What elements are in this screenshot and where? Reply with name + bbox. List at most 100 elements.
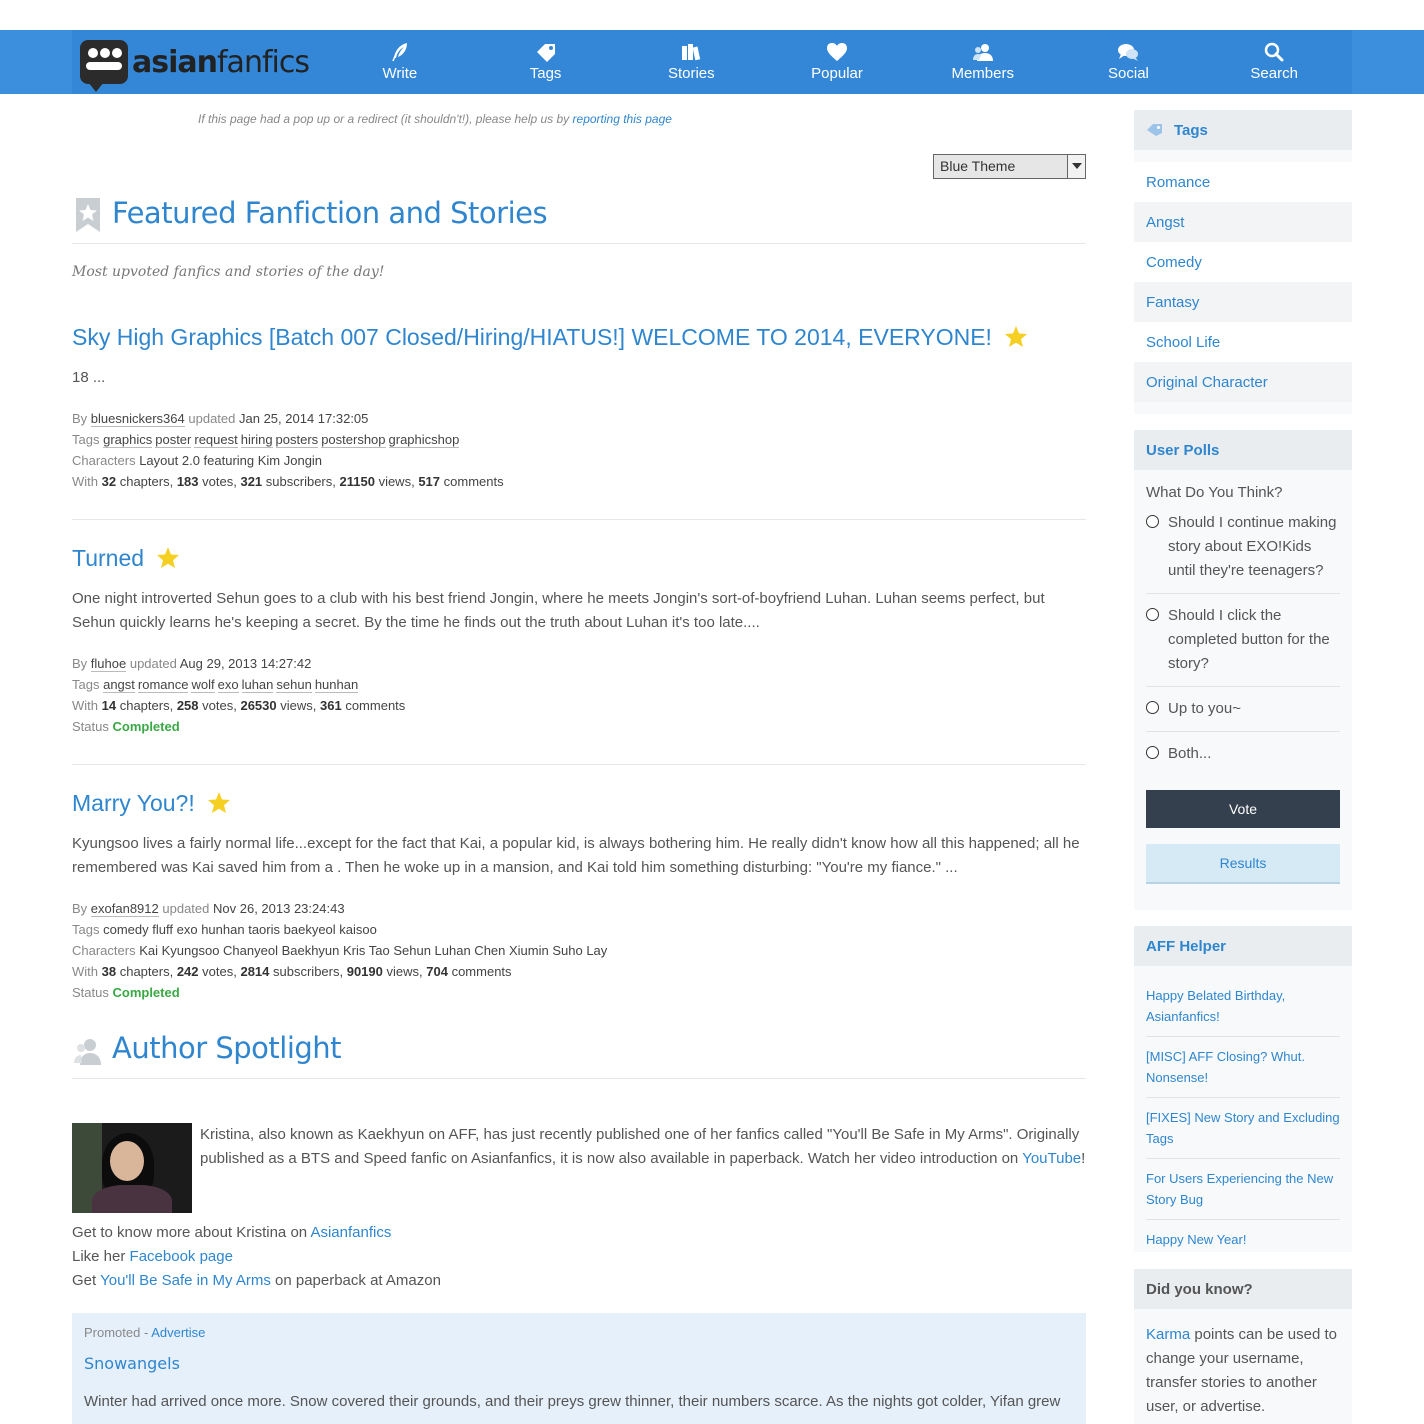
story-meta: By bluesnickers364 updated Jan 25, 2014 … xyxy=(72,411,504,489)
radio-button[interactable] xyxy=(1146,746,1159,759)
star-icon xyxy=(207,792,230,813)
updated-date: Nov 26, 2013 23:24:43 xyxy=(213,901,345,916)
report-page-link[interactable]: reporting this page xyxy=(573,112,672,126)
sidebar-polls-header: User Polls xyxy=(1134,430,1352,470)
tag-link[interactable]: exo xyxy=(217,677,239,693)
results-button[interactable]: Results xyxy=(1146,844,1340,884)
tag-link[interactable]: hunhan xyxy=(201,922,244,937)
nav-popular-label: Popular xyxy=(811,65,863,82)
karma-link[interactable]: Karma xyxy=(1146,1326,1190,1343)
helper-link[interactable]: Happy New Year! xyxy=(1146,1220,1340,1259)
tag-link[interactable]: sehun xyxy=(276,677,312,693)
radio-button[interactable] xyxy=(1146,515,1159,528)
author-link[interactable]: exofan8912 xyxy=(90,901,159,917)
nav-tags[interactable]: Tags xyxy=(473,30,619,94)
tag-link[interactable]: hiring xyxy=(240,432,273,448)
story-description: Kyungsoo lives a fairly normal life...ex… xyxy=(72,835,1080,876)
tag-link[interactable]: wolf xyxy=(191,677,215,693)
dyk-text: Karma points can be used to change your … xyxy=(1146,1326,1337,1415)
story-title-link[interactable]: Marry You?! xyxy=(72,790,195,817)
tag-link[interactable]: graphicshop xyxy=(388,432,460,448)
poll-option[interactable]: Should I continue making story about EXO… xyxy=(1146,501,1340,594)
nav-social-label: Social xyxy=(1108,65,1149,82)
sidebar-helper-header: AFF Helper xyxy=(1134,926,1352,966)
story-card: Marry You?! Kyungsoo lives a fairly norm… xyxy=(72,788,1086,1008)
nav-stories-label: Stories xyxy=(667,65,715,82)
facebook-page-link[interactable]: Facebook page xyxy=(130,1248,233,1265)
poll-option[interactable]: Up to you~ xyxy=(1146,687,1340,732)
youtube-link[interactable]: YouTube xyxy=(1022,1150,1081,1167)
tag-link[interactable]: poster xyxy=(155,432,192,448)
nav-members[interactable]: Members xyxy=(910,30,1056,94)
tag-link[interactable]: angst xyxy=(103,677,135,693)
tag-link[interactable]: hunhan xyxy=(314,677,359,693)
tag-link[interactable]: comedy xyxy=(103,922,149,937)
star-icon xyxy=(157,547,180,568)
sidebar-tag-link[interactable]: Fantasy xyxy=(1134,282,1352,322)
sidebar-tag-link[interactable]: Angst xyxy=(1134,202,1352,242)
theme-select-value: Blue Theme xyxy=(940,158,1016,174)
story-title: Turned xyxy=(72,543,1086,573)
author-video-thumbnail[interactable] xyxy=(72,1123,192,1213)
story-meta: By exofan8912 updated Nov 26, 2013 23:24… xyxy=(72,901,608,1000)
nav-search[interactable]: Search xyxy=(1201,30,1347,94)
story-description: One night introverted Sehun goes to a cl… xyxy=(72,590,1045,631)
spotlight-links: Get to know more about Kristina on Asian… xyxy=(72,1224,441,1289)
logo-icon xyxy=(80,40,128,92)
tag-link[interactable]: fluff xyxy=(152,922,173,937)
story-meta: By fluhoe updated Aug 29, 2013 14:27:42 … xyxy=(72,656,406,734)
tag-link[interactable]: graphics xyxy=(103,432,153,448)
poll-option[interactable]: Both... xyxy=(1146,732,1340,776)
tag-link[interactable]: baekyeol xyxy=(284,922,336,937)
helper-link[interactable]: [FIXES] New Story and Excluding Tags xyxy=(1146,1098,1340,1159)
helper-link[interactable]: For Users Experiencing the New Story Bug xyxy=(1146,1159,1340,1220)
story-title-link[interactable]: Turned xyxy=(72,545,144,572)
tag-link[interactable]: posters xyxy=(275,432,319,448)
author-link[interactable]: bluesnickers364 xyxy=(90,411,185,427)
book-link[interactable]: You'll Be Safe in My Arms xyxy=(100,1272,271,1289)
nav-write[interactable]: Write xyxy=(327,30,473,94)
asianfanfics-link[interactable]: Asianfanfics xyxy=(310,1224,391,1241)
tag-link[interactable]: kaisoo xyxy=(339,922,377,937)
nav-stories[interactable]: Stories xyxy=(618,30,764,94)
advertise-link[interactable]: Advertise xyxy=(151,1325,205,1340)
nav-write-label: Write xyxy=(382,65,418,82)
tag-link[interactable]: luhan xyxy=(241,677,274,693)
sidebar-tag-link[interactable]: Comedy xyxy=(1134,242,1352,282)
updated-date: Jan 25, 2014 17:32:05 xyxy=(239,411,369,426)
tag-link[interactable]: request xyxy=(194,432,238,448)
poll-option[interactable]: Should I click the completed button for … xyxy=(1146,594,1340,687)
tag-link[interactable]: postershop xyxy=(321,432,386,448)
report-notice-text: If this page had a pop up or a redirect … xyxy=(198,112,570,126)
sidebar-did-you-know: Did you know? Karma points can be used t… xyxy=(1134,1269,1352,1424)
quill-icon xyxy=(392,43,407,62)
updated-date: Aug 29, 2013 14:27:42 xyxy=(179,656,312,671)
helper-link[interactable]: Happy Belated Birthday, Asianfanfics! xyxy=(1146,976,1340,1037)
nav-social[interactable]: Social xyxy=(1056,30,1202,94)
tag-link[interactable]: exo xyxy=(177,922,198,937)
chat-bubbles-icon xyxy=(1118,44,1139,61)
theme-select[interactable]: Blue Theme xyxy=(933,154,1086,179)
nav-popular[interactable]: Popular xyxy=(764,30,910,94)
navbar-inner: asianfanfics Write Tags Stories Popular … xyxy=(72,30,1352,94)
tag-link[interactable]: taoris xyxy=(248,922,280,937)
sidebar-tags: Tags Romance Angst Comedy Fantasy School… xyxy=(1134,110,1352,414)
radio-button[interactable] xyxy=(1146,608,1159,621)
sidebar-tag-link[interactable]: Original Character xyxy=(1134,362,1352,402)
star-icon xyxy=(1004,326,1027,347)
story-title-link[interactable]: Sky High Graphics [Batch 007 Closed/Hiri… xyxy=(72,324,992,351)
sidebar-tag-link[interactable]: School Life xyxy=(1134,322,1352,362)
characters-list: Kai Kyungsoo Chanyeol Baekhyun Kris Tao … xyxy=(139,943,608,958)
story-description: 18 ... xyxy=(72,369,106,386)
site-logo[interactable]: asianfanfics xyxy=(80,38,310,92)
helper-link[interactable]: [MISC] AFF Closing? Whut. Nonsense! xyxy=(1146,1037,1340,1098)
radio-button[interactable] xyxy=(1146,701,1159,714)
promo-title-link[interactable]: Snowangels xyxy=(84,1354,1074,1373)
nav-tags-label: Tags xyxy=(529,65,562,82)
tag-icon xyxy=(1147,124,1162,136)
vote-button[interactable]: Vote xyxy=(1146,790,1340,828)
sidebar-tag-link[interactable]: Romance xyxy=(1134,162,1352,202)
sidebar-dyk-header: Did you know? xyxy=(1134,1269,1352,1309)
tag-link[interactable]: romance xyxy=(137,677,189,693)
author-link[interactable]: fluhoe xyxy=(90,656,127,672)
